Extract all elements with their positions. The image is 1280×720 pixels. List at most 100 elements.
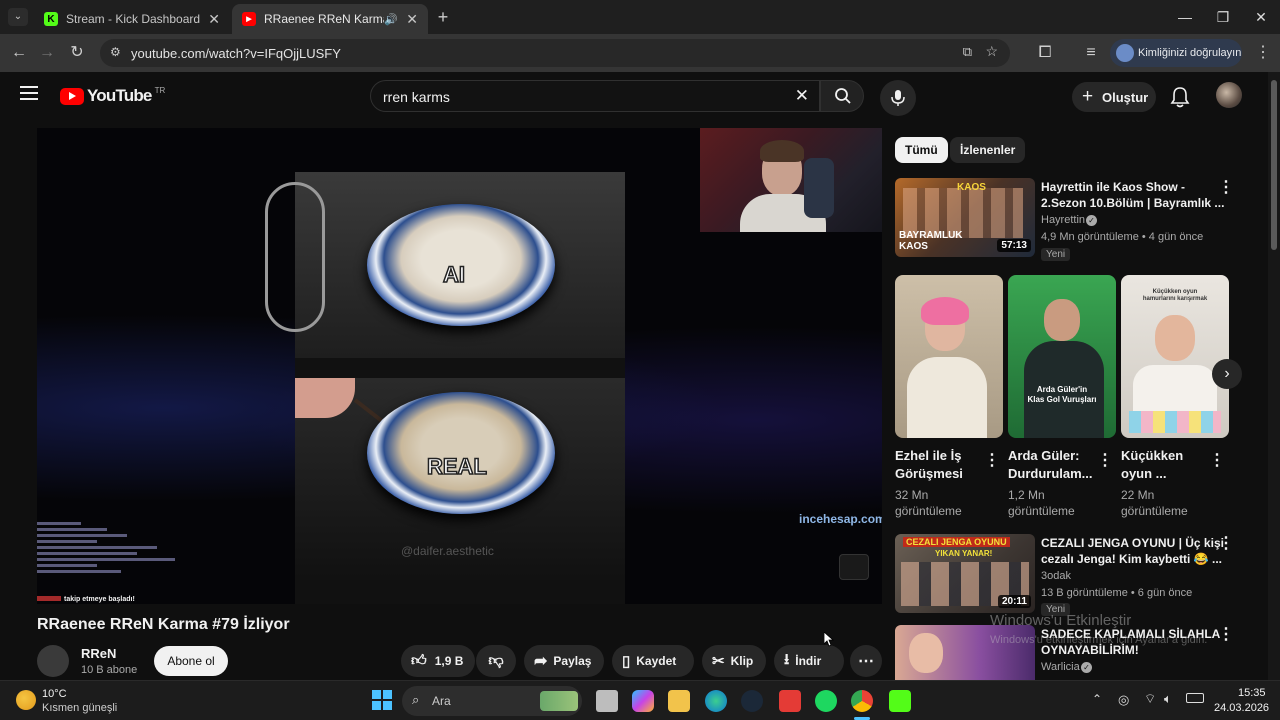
wifi-icon[interactable]: ⌔ — [1144, 691, 1156, 707]
create-button[interactable]: + Oluştur — [1072, 82, 1156, 112]
scrollbar-thumb[interactable] — [1271, 80, 1277, 250]
create-label: Oluştur — [1102, 89, 1149, 105]
media-control-icon[interactable]: ≡ — [1080, 42, 1102, 64]
voice-search-button[interactable] — [880, 80, 916, 116]
chip-all[interactable]: Tümü — [895, 137, 948, 163]
video-thumbnail[interactable]: KAOS BAYRAMLUK KAOS 57:13 — [895, 178, 1035, 257]
video-title[interactable]: cezalı Jenga! Kim kaybetti 😂 ... — [1041, 551, 1222, 567]
save-label: Kaydet — [636, 654, 677, 668]
video-title[interactable]: CEZALI JENGA OYUNU | Üç kişi — [1041, 535, 1224, 551]
close-window-button[interactable]: ✕ — [1246, 6, 1276, 28]
more-options-icon[interactable]: ⋮ — [1218, 179, 1234, 197]
chat-overlay — [37, 520, 197, 592]
install-app-icon[interactable]: ⧉ — [963, 44, 972, 60]
forward-button[interactable]: → — [36, 42, 58, 64]
speaker-icon[interactable]: 🔊 — [384, 13, 398, 26]
short-thumbnail[interactable]: Küçükken oyun hamurlarını karışırmak — [1121, 275, 1229, 438]
close-tab-icon[interactable]: ✕ — [406, 11, 418, 28]
steam-icon[interactable] — [741, 690, 763, 712]
tab-list-button[interactable]: ⌄ — [8, 8, 28, 26]
copilot-icon[interactable] — [632, 690, 654, 712]
short-views: 22 Mn — [1121, 488, 1155, 502]
channel-name[interactable]: Hayrettin — [1041, 214, 1085, 226]
video-title[interactable]: Hayrettin ile Kaos Show - — [1041, 179, 1185, 195]
maximize-button[interactable]: ❐ — [1208, 6, 1238, 28]
app-red-icon[interactable] — [779, 690, 801, 712]
share-button[interactable]: ➦ Paylaş — [524, 645, 604, 677]
tray-overflow-icon[interactable]: ⌃ — [1092, 692, 1102, 706]
site-info-icon[interactable]: ⚙ — [110, 45, 121, 59]
video-thumbnail[interactable]: CEZALI JENGA OYUNU YIKAN YANAR! 20:11 — [895, 534, 1035, 613]
chrome-icon[interactable] — [851, 690, 873, 712]
clock-time[interactable]: 15:35 — [1238, 687, 1266, 699]
more-options-icon[interactable]: ⋮ — [1209, 452, 1225, 470]
account-avatar[interactable] — [1216, 82, 1242, 108]
close-tab-icon[interactable]: ✕ — [208, 11, 220, 28]
hamburger-menu-icon[interactable] — [20, 86, 38, 100]
captions-icon[interactable] — [839, 554, 869, 580]
more-actions-button[interactable]: ⋯ — [850, 645, 882, 677]
browser-menu-icon[interactable]: ⋮ — [1252, 42, 1274, 64]
short-title[interactable]: Ezhel ile İş — [895, 447, 961, 465]
battery-icon[interactable] — [1186, 693, 1204, 703]
short-views: 1,2 Mn — [1008, 488, 1045, 502]
short-title[interactable]: Arda Güler: — [1008, 447, 1080, 465]
weather-widget[interactable]: 10°C Kısmen güneşli — [14, 686, 134, 716]
more-options-icon[interactable]: ⋮ — [1218, 626, 1234, 644]
tab-kick-dashboard[interactable]: K Stream - Kick Dashboard ✕ — [34, 4, 230, 34]
notifications-bell-icon[interactable] — [1170, 86, 1190, 108]
search-button[interactable] — [820, 80, 864, 112]
video-title[interactable]: 2.Sezon 10.Bölüm | Bayramlık ... — [1041, 195, 1224, 211]
hand — [295, 378, 355, 418]
video-player[interactable]: AI REAL @daifer.aesthetic incehesap.com … — [37, 128, 882, 604]
dislike-button[interactable]: 👎︎ — [476, 645, 516, 677]
new-tab-button[interactable]: + — [434, 8, 452, 26]
channel-name[interactable]: 3odak — [1041, 570, 1071, 582]
more-options-icon[interactable]: ⋮ — [1097, 452, 1113, 470]
reload-button[interactable]: ↻ — [66, 42, 88, 64]
page-scrollbar[interactable] — [1268, 72, 1280, 680]
short-thumbnail[interactable]: Arda Güler'in Klas Gol Vuruşları — [1008, 275, 1116, 438]
short-title[interactable]: Küçükken — [1121, 447, 1183, 465]
profile-button[interactable]: Kimliğinizi doğrulayın — [1110, 39, 1242, 67]
windows-taskbar: 10°C Kısmen güneşli ⌕ Ara ⌃ ◎ ⌔ 🔈︎ 15:35… — [0, 680, 1280, 720]
more-options-icon[interactable]: ⋮ — [984, 452, 1000, 470]
short-title[interactable]: Görüşmesi — [895, 465, 963, 483]
save-button[interactable]: ▯ Kaydet — [612, 645, 694, 677]
kick-app-icon[interactable] — [889, 690, 911, 712]
like-button[interactable]: 👍︎ 1,9 B — [401, 645, 475, 677]
tab-youtube-video[interactable]: ▶ RRaenee RReN Karma #79 | 🔊 ✕ — [232, 4, 428, 34]
url-text: youtube.com/watch?v=IFqOjjLUSFY — [131, 46, 341, 61]
search-input[interactable]: rren karms ✕ — [370, 80, 820, 112]
tray-app-icon[interactable]: ◎ — [1118, 692, 1129, 708]
short-title[interactable]: Durdurulam... — [1008, 465, 1093, 483]
clock-date[interactable]: 24.03.2026 — [1214, 702, 1269, 714]
subscribe-button[interactable]: Abone ol — [154, 646, 228, 676]
file-explorer-icon[interactable] — [668, 690, 690, 712]
back-button[interactable]: ← — [8, 42, 30, 64]
channel-avatar[interactable] — [37, 645, 69, 677]
shorts-next-button[interactable]: › — [1212, 359, 1242, 389]
clip-button[interactable]: ✂ Klip — [702, 645, 766, 677]
volume-icon[interactable]: 🔈︎ — [1164, 691, 1172, 707]
youtube-logo[interactable]: YouTube TR — [60, 85, 165, 107]
short-thumbnail[interactable] — [895, 275, 1003, 438]
extensions-icon[interactable]: ⧠ — [1034, 42, 1056, 64]
short-title[interactable]: oyun ... — [1121, 465, 1167, 483]
task-view-icon[interactable] — [596, 690, 618, 712]
minimize-button[interactable]: — — [1170, 6, 1200, 28]
channel-name[interactable]: RReN — [81, 646, 116, 661]
clear-search-icon[interactable]: ✕ — [795, 86, 809, 106]
url-bar[interactable]: ⚙ youtube.com/watch?v=IFqOjjLUSFY ⧉ ☆ — [100, 39, 1010, 67]
more-options-icon[interactable]: ⋮ — [1218, 535, 1234, 553]
taskbar-search[interactable]: ⌕ Ara — [402, 686, 582, 716]
address-toolbar: ← → ↻ ⚙ youtube.com/watch?v=IFqOjjLUSFY … — [0, 34, 1280, 72]
start-button[interactable] — [372, 690, 392, 710]
bookmark-star-icon[interactable]: ☆ — [985, 43, 998, 60]
download-button[interactable]: ⭳ İndir — [774, 645, 844, 677]
spotify-icon[interactable] — [815, 690, 837, 712]
channel-name[interactable]: Warlicia — [1041, 661, 1080, 673]
video-title: RRaenee RReN Karma #79 İzliyor — [37, 616, 290, 633]
edge-icon[interactable] — [705, 690, 727, 712]
chip-watched[interactable]: İzlenenler — [950, 137, 1026, 163]
